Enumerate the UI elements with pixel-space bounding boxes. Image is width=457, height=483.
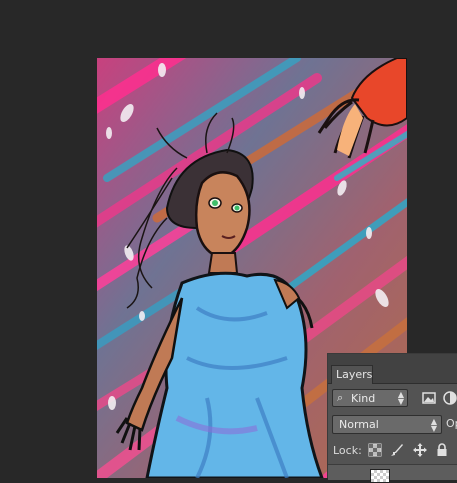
image-filter-icon[interactable] [421, 390, 437, 406]
blend-mode-label: Normal [339, 418, 379, 431]
layer-filter-kind-label: Kind [351, 392, 376, 405]
layer-thumbnail[interactable] [370, 469, 390, 483]
lock-position-icon[interactable] [413, 443, 427, 457]
adjustment-filter-icon[interactable] [442, 390, 457, 406]
layer-filter-kind-select[interactable]: ⌕ Kind ▲ ▼ [332, 389, 408, 407]
lock-all-icon[interactable] [435, 443, 449, 457]
opacity-label: Op [446, 417, 457, 430]
select-arrows-icon: ▲ ▼ [430, 417, 437, 433]
blend-mode-select[interactable]: Normal ▲ ▼ [332, 415, 442, 434]
tab-layers[interactable]: Layers [331, 365, 373, 384]
search-icon: ⌕ [337, 391, 344, 404]
lock-label: Lock: [333, 444, 362, 457]
lock-image-pixels-icon[interactable] [390, 443, 404, 457]
layers-panel: Layers ⌕ Kind ▲▼ Normal ▲▼ Op Lock: [327, 353, 457, 483]
select-arrows-icon: ▲ ▼ [397, 390, 404, 406]
panel-tab-bar: Layers [328, 354, 457, 384]
lock-transparent-pixels-icon[interactable] [368, 443, 382, 457]
